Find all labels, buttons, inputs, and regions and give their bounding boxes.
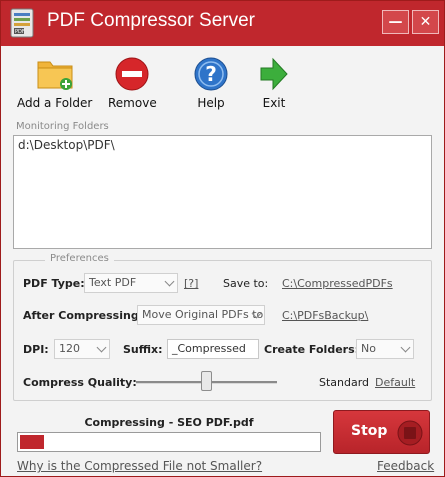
after-compressing-select[interactable]: Move Original PDFs to <box>137 305 265 325</box>
progress-fill <box>20 435 44 449</box>
pdf-type-select[interactable]: Text PDF <box>84 273 178 293</box>
create-folders-select[interactable]: No <box>356 339 414 359</box>
backup-path-link[interactable]: C:\PDFsBackup\ <box>282 309 368 322</box>
add-folder-label: Add a Folder <box>17 96 93 110</box>
help-icon: ? <box>194 57 228 91</box>
help-button[interactable]: ? Help <box>192 56 230 110</box>
svg-text:?: ? <box>205 62 217 86</box>
quality-level-text: Standard <box>319 376 370 389</box>
suffix-input[interactable]: _Compressed <box>167 339 259 359</box>
stop-button[interactable]: Stop <box>333 410 430 454</box>
preferences-legend: Preferences <box>45 253 114 264</box>
quality-slider-thumb[interactable] <box>201 371 212 391</box>
stop-icon <box>397 420 423 446</box>
dpi-select[interactable]: 120 <box>54 339 110 359</box>
compressing-status: Compressing - SEO PDF.pdf <box>84 416 254 429</box>
exit-label: Exit <box>262 96 286 110</box>
chevron-down-icon <box>164 276 175 287</box>
pdf-type-label: PDF Type: <box>23 277 85 290</box>
folder-add-icon <box>37 61 73 90</box>
after-compressing-value: Move Original PDFs to <box>142 308 264 321</box>
monitoring-folders-list[interactable]: d:\Desktop\PDF\ <box>13 135 432 249</box>
suffix-label: Suffix: <box>123 343 163 356</box>
window-title: PDF Compressor Server <box>47 10 255 31</box>
monitoring-folders-label: Monitoring Folders <box>16 121 109 132</box>
default-quality-link[interactable]: Default <box>375 376 415 389</box>
dpi-value: 120 <box>59 342 80 355</box>
save-to-path-link[interactable]: C:\CompressedPDFs <box>282 277 393 290</box>
exit-button[interactable]: Exit <box>259 56 289 110</box>
remove-button[interactable]: Remove <box>108 56 157 110</box>
compress-quality-label: Compress Quality: <box>23 376 137 389</box>
create-folders-label: Create Folders: <box>264 343 360 356</box>
app-window: PDF PDF Compressor Server — ✕ Add a Fold… <box>0 0 445 477</box>
help-label: Help <box>197 96 225 110</box>
why-not-smaller-link[interactable]: Why is the Compressed File not Smaller? <box>17 459 262 473</box>
exit-arrow-icon <box>260 57 288 91</box>
feedback-link[interactable]: Feedback <box>377 459 434 473</box>
folder-list-item[interactable]: d:\Desktop\PDF\ <box>18 138 427 152</box>
close-button[interactable]: ✕ <box>412 10 439 34</box>
remove-label: Remove <box>108 96 157 110</box>
dpi-label: DPI: <box>23 343 49 356</box>
after-compressing-label: After Compressing: <box>23 309 144 322</box>
progress-bar <box>17 432 321 452</box>
stop-label: Stop <box>351 423 388 439</box>
title-bar[interactable]: PDF PDF Compressor Server — ✕ <box>1 1 444 46</box>
svg-text:PDF: PDF <box>15 29 25 35</box>
minimize-button[interactable]: — <box>382 10 409 34</box>
pdf-type-help-link[interactable]: [?] <box>184 277 198 290</box>
remove-icon <box>115 57 149 91</box>
chevron-down-icon <box>96 342 107 353</box>
app-icon: PDF <box>10 8 34 38</box>
save-to-label: Save to: <box>223 277 269 290</box>
chevron-down-icon <box>400 342 411 353</box>
add-folder-button[interactable]: Add a Folder <box>17 56 92 110</box>
create-folders-value: No <box>361 342 376 355</box>
pdf-type-value: Text PDF <box>89 276 137 289</box>
